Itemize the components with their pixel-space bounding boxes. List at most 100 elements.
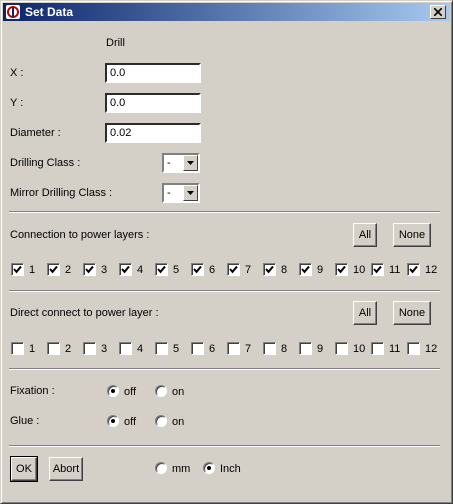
glue-label: Glue : bbox=[10, 415, 40, 427]
check-icon bbox=[229, 265, 238, 274]
direct-none-button[interactable]: None bbox=[393, 301, 431, 325]
title-bar[interactable]: Set Data bbox=[3, 3, 450, 21]
diameter-field[interactable]: 0.02 bbox=[105, 123, 201, 143]
connection-layer-2-checkbox[interactable] bbox=[47, 263, 60, 276]
direct-layer-2-checkbox[interactable] bbox=[47, 342, 60, 355]
separator bbox=[9, 445, 440, 447]
connection-layer-3-label: 3 bbox=[101, 264, 108, 276]
direct-connect-label: Direct connect to power layer : bbox=[10, 307, 159, 319]
connection-layer-5-checkbox[interactable] bbox=[155, 263, 168, 276]
direct-layer-12-checkbox[interactable] bbox=[407, 342, 420, 355]
direct-layer-9-label: 9 bbox=[317, 343, 324, 355]
direct-layer-8-label: 8 bbox=[281, 343, 288, 355]
glue-on-radio[interactable] bbox=[155, 415, 167, 427]
chevron-down-icon[interactable] bbox=[183, 155, 198, 171]
y-field[interactable]: 0.0 bbox=[105, 93, 201, 113]
unit-mm-radio[interactable] bbox=[155, 462, 167, 474]
check-icon bbox=[409, 265, 418, 274]
unit-inch-radio[interactable] bbox=[203, 462, 215, 474]
check-icon bbox=[13, 265, 22, 274]
glue-on-label: on bbox=[172, 416, 185, 428]
direct-layer-11-checkbox[interactable] bbox=[371, 342, 384, 355]
direct-layer-4-checkbox[interactable] bbox=[119, 342, 132, 355]
glue-off-label: off bbox=[124, 416, 137, 428]
connection-layer-1-checkbox[interactable] bbox=[11, 263, 24, 276]
connection-layer-11-label: 11 bbox=[389, 264, 401, 276]
check-icon bbox=[157, 265, 166, 274]
direct-layer-4-label: 4 bbox=[137, 343, 144, 355]
unit-mm-label: mm bbox=[172, 463, 191, 475]
check-icon bbox=[85, 265, 94, 274]
check-icon bbox=[193, 265, 202, 274]
app-icon bbox=[6, 5, 20, 19]
connection-layer-12-label: 12 bbox=[425, 264, 438, 276]
direct-layer-10-checkbox[interactable] bbox=[335, 342, 348, 355]
check-icon bbox=[301, 265, 310, 274]
direct-layer-8-checkbox[interactable] bbox=[263, 342, 276, 355]
direct-layer-9-checkbox[interactable] bbox=[299, 342, 312, 355]
connection-layer-4-checkbox[interactable] bbox=[119, 263, 132, 276]
check-icon bbox=[121, 265, 130, 274]
connection-layer-9-label: 9 bbox=[317, 264, 324, 276]
connection-layer-5-label: 5 bbox=[173, 264, 180, 276]
direct-layer-3-checkbox[interactable] bbox=[83, 342, 96, 355]
drilling-class-label: Drilling Class : bbox=[10, 157, 81, 169]
direct-layer-7-checkbox[interactable] bbox=[227, 342, 240, 355]
x-field[interactable]: 0.0 bbox=[105, 63, 201, 83]
close-icon[interactable] bbox=[430, 5, 446, 19]
check-icon bbox=[373, 265, 382, 274]
connection-layer-11-checkbox[interactable] bbox=[371, 263, 384, 276]
direct-layer-5-checkbox[interactable] bbox=[155, 342, 168, 355]
direct-all-button[interactable]: All bbox=[353, 301, 377, 325]
connection-layer-4-label: 4 bbox=[137, 264, 144, 276]
mirror-drilling-class-value: - bbox=[167, 187, 171, 199]
separator bbox=[9, 368, 440, 370]
x-label: X : bbox=[10, 67, 24, 79]
window-title: Set Data bbox=[25, 5, 74, 19]
connection-layer-6-label: 6 bbox=[209, 264, 216, 276]
radio-dot-icon bbox=[207, 466, 211, 470]
connection-layer-7-label: 7 bbox=[245, 264, 252, 276]
connection-layer-7-checkbox[interactable] bbox=[227, 263, 240, 276]
fixation-off-radio[interactable] bbox=[107, 385, 119, 397]
direct-layer-6-checkbox[interactable] bbox=[191, 342, 204, 355]
fixation-on-radio[interactable] bbox=[155, 385, 167, 397]
connection-label: Connection to power layers : bbox=[10, 229, 150, 241]
check-icon bbox=[49, 265, 58, 274]
chevron-down-icon[interactable] bbox=[183, 185, 198, 201]
abort-button[interactable]: Abort bbox=[49, 457, 83, 481]
connection-layer-10-label: 10 bbox=[353, 264, 366, 276]
connection-layer-6-checkbox[interactable] bbox=[191, 263, 204, 276]
drilling-class-value: - bbox=[167, 157, 171, 169]
direct-layer-3-label: 3 bbox=[101, 343, 108, 355]
connection-layer-3-checkbox[interactable] bbox=[83, 263, 96, 276]
connection-none-button[interactable]: None bbox=[393, 223, 431, 247]
direct-layer-6-label: 6 bbox=[209, 343, 216, 355]
connection-layer-8-label: 8 bbox=[281, 264, 288, 276]
connection-layer-2-label: 2 bbox=[65, 264, 72, 276]
fixation-label: Fixation : bbox=[10, 385, 55, 397]
direct-layer-7-label: 7 bbox=[245, 343, 252, 355]
direct-layer-11-label: 11 bbox=[389, 343, 401, 355]
direct-layer-1-checkbox[interactable] bbox=[11, 342, 24, 355]
separator bbox=[9, 211, 440, 213]
direct-layer-2-label: 2 bbox=[65, 343, 72, 355]
connection-layer-10-checkbox[interactable] bbox=[335, 263, 348, 276]
mirror-drilling-class-select[interactable]: - bbox=[162, 183, 200, 203]
y-label: Y : bbox=[10, 97, 24, 109]
connection-layer-8-checkbox[interactable] bbox=[263, 263, 276, 276]
mirror-drilling-class-label: Mirror Drilling Class : bbox=[10, 187, 113, 199]
set-data-dialog: Set Data Drill X : 0.0 Y : 0.0 Diameter … bbox=[0, 0, 453, 504]
drilling-class-select[interactable]: - bbox=[162, 153, 200, 173]
ok-button[interactable]: OK bbox=[10, 456, 38, 482]
connection-layer-9-checkbox[interactable] bbox=[299, 263, 312, 276]
direct-layer-12-label: 12 bbox=[425, 343, 438, 355]
glue-off-radio[interactable] bbox=[107, 415, 119, 427]
direct-layer-1-label: 1 bbox=[29, 343, 36, 355]
connection-all-button[interactable]: All bbox=[353, 223, 377, 247]
radio-dot-icon bbox=[111, 419, 115, 423]
direct-layer-10-label: 10 bbox=[353, 343, 366, 355]
drill-heading: Drill bbox=[106, 37, 125, 49]
diameter-label: Diameter : bbox=[10, 127, 61, 139]
connection-layer-12-checkbox[interactable] bbox=[407, 263, 420, 276]
